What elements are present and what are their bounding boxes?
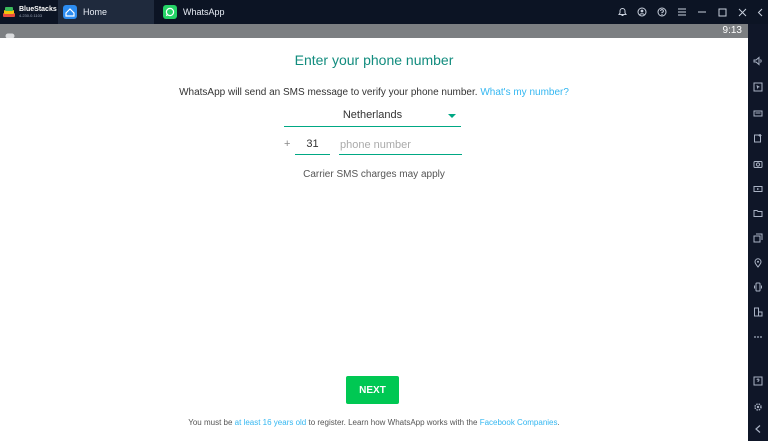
android-status-bar: 9:13	[0, 24, 748, 39]
bluestacks-sidebar	[748, 24, 768, 441]
phone-number-input[interactable]	[339, 135, 462, 155]
screenshot-icon[interactable]	[753, 159, 763, 169]
footer-suffix: .	[557, 418, 560, 427]
help-icon[interactable]	[652, 0, 672, 24]
whatsapp-verify-screen: Enter your phone number WhatsApp will se…	[0, 38, 748, 441]
account-icon[interactable]	[632, 0, 652, 24]
location-icon[interactable]	[753, 258, 763, 268]
home-icon	[63, 5, 77, 19]
gamepad-icon	[5, 27, 15, 39]
tab-home-label: Home	[83, 7, 108, 17]
country-code-field[interactable]: 31	[295, 135, 330, 155]
brand-version: 4.230.0.1103	[19, 13, 43, 18]
whats-my-number-link[interactable]: What's my number?	[480, 87, 569, 98]
menu-icon[interactable]	[672, 0, 692, 24]
tab-whatsapp-label: WhatsApp	[183, 7, 225, 17]
volume-icon[interactable]	[753, 56, 763, 66]
tab-home[interactable]: Home	[58, 0, 154, 24]
status-clock: 9:13	[722, 25, 742, 36]
description-text: WhatsApp will send an SMS message to ver…	[179, 87, 478, 98]
footer-prefix: You must be	[188, 418, 235, 427]
close-icon[interactable]	[732, 0, 752, 24]
bluestacks-logo-icon	[2, 5, 16, 19]
pointer-icon[interactable]	[753, 82, 763, 92]
brand-name: BlueStacks	[19, 6, 57, 13]
facebook-companies-link[interactable]: Facebook Companies	[480, 418, 558, 427]
page-title: Enter your phone number	[294, 52, 454, 68]
plus-sign: +	[284, 138, 291, 150]
shake-icon[interactable]	[753, 282, 763, 292]
carrier-note: Carrier SMS charges may apply	[303, 169, 445, 180]
dropdown-caret-icon	[448, 114, 456, 118]
folder-icon[interactable]	[753, 208, 763, 218]
maximize-icon[interactable]	[712, 0, 732, 24]
whatsapp-icon	[163, 5, 177, 19]
country-select[interactable]: Netherlands	[284, 106, 461, 127]
window-titlebar: BlueStacks 4.230.0.1103 Home WhatsApp	[0, 0, 768, 24]
footer-note: You must be at least 16 years old to reg…	[0, 418, 748, 427]
more-icon[interactable]	[753, 332, 763, 342]
bell-icon[interactable]	[612, 0, 632, 24]
help-sidebar-icon[interactable]	[753, 376, 763, 386]
verify-description: WhatsApp will send an SMS message to ver…	[0, 87, 748, 98]
multi-instance-icon[interactable]	[753, 233, 763, 243]
keyboard-icon[interactable]	[753, 108, 763, 118]
next-button[interactable]: NEXT	[346, 376, 399, 404]
country-value: Netherlands	[342, 109, 403, 121]
bluestacks-brand: BlueStacks 4.230.0.1103	[0, 5, 58, 19]
age-requirement-link[interactable]: at least 16 years old	[235, 418, 307, 427]
minimize-icon[interactable]	[692, 0, 712, 24]
rotate-icon[interactable]	[753, 307, 763, 317]
expand-sidebar-icon[interactable]	[752, 0, 768, 24]
footer-middle: to register. Learn how WhatsApp works wi…	[306, 418, 480, 427]
tab-whatsapp[interactable]: WhatsApp	[158, 0, 254, 24]
record-icon[interactable]	[753, 184, 763, 194]
settings-icon[interactable]	[753, 402, 763, 412]
install-apk-icon[interactable]	[753, 133, 763, 143]
back-icon[interactable]	[753, 424, 763, 434]
